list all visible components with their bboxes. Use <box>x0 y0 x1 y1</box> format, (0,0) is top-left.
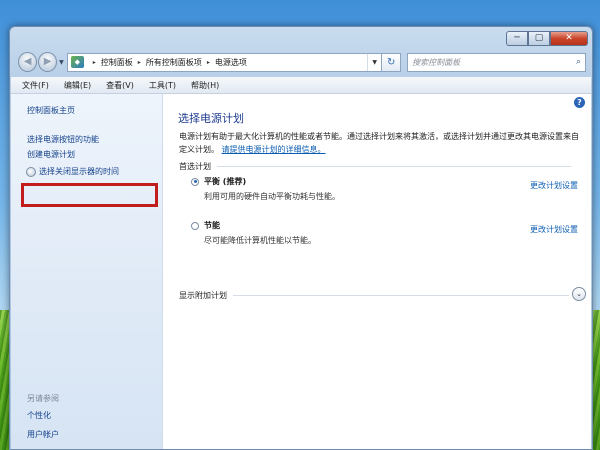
sidebar: 控制面板主页 选择电源按钮的功能 创建电源计划 选择关闭显示器的时间 另请参阅 … <box>11 94 163 449</box>
plan-name[interactable]: 节能 <box>204 220 220 231</box>
refresh-button[interactable]: ↻ <box>382 52 402 72</box>
navigation-bar: ◀ ▶ ▼ ◆ ▸ 控制面板 ▸ 所有控制面板项 ▸ 电源选项 ▼ ↻ 搜索控制… <box>18 50 587 74</box>
plan-balanced: 平衡 (推荐) 利用可用的硬件自动平衡功耗与性能。 <box>191 176 340 202</box>
section-divider <box>233 295 569 296</box>
menu-view[interactable]: 查看(V) <box>99 80 142 91</box>
plan-balanced-radio[interactable] <box>191 177 199 186</box>
change-plan-settings-link[interactable]: 更改计划设置 <box>530 224 578 235</box>
plan-power-saver: 节能 尽可能降低计算机性能以节能。 <box>191 220 316 246</box>
close-button[interactable]: ✕ <box>550 31 588 46</box>
chevron-right-icon[interactable]: ▸ <box>138 59 141 66</box>
section-label: 首选计划 <box>179 162 211 171</box>
sidebar-item-user-accounts[interactable]: 用户帐户 <box>27 429 59 440</box>
change-plan-settings-link[interactable]: 更改计划设置 <box>530 180 578 191</box>
menu-tools[interactable]: 工具(T) <box>142 80 184 91</box>
back-button[interactable]: ◀ <box>18 52 38 72</box>
see-also-heading: 另请参阅 <box>27 394 59 403</box>
sidebar-item-personalization[interactable]: 个性化 <box>27 410 51 421</box>
forward-button[interactable]: ▶ <box>38 52 58 72</box>
highlight-annotation <box>21 183 158 207</box>
control-panel-icon: ◆ <box>70 56 84 68</box>
plan-description: 利用可用的硬件自动平衡功耗与性能。 <box>204 192 340 201</box>
breadcrumb-power-options[interactable]: 电源选项 <box>215 57 247 68</box>
display-settings-icon <box>26 166 36 177</box>
minimize-button[interactable]: ─ <box>506 31 528 46</box>
plan-description: 尽可能降低计算机性能以节能。 <box>204 236 316 245</box>
breadcrumb-all-items[interactable]: 所有控制面板项 <box>146 57 202 68</box>
search-placeholder: 搜索控制面板 <box>412 57 461 67</box>
chevron-right-icon[interactable]: ▸ <box>207 59 210 66</box>
sidebar-item-display-off[interactable]: 选择关闭显示器的时间 <box>26 166 119 177</box>
page-title: 选择电源计划 <box>178 112 244 125</box>
caption-buttons: ─ ▢ ✕ <box>506 31 588 46</box>
expand-chevron-icon[interactable]: ⌄ <box>572 287 586 301</box>
menu-bar: 文件(F) 编辑(E) 查看(V) 工具(T) 帮助(H) <box>11 77 591 94</box>
menu-edit[interactable]: 编辑(E) <box>57 80 99 91</box>
recent-pages-dropdown-icon[interactable]: ▼ <box>59 59 64 66</box>
address-bar[interactable]: ◆ ▸ 控制面板 ▸ 所有控制面板项 ▸ 电源选项 ▼ <box>66 52 383 72</box>
plan-name[interactable]: 平衡 (推荐) <box>204 176 246 187</box>
sidebar-item-power-buttons[interactable]: 选择电源按钮的功能 <box>27 134 99 145</box>
breadcrumb-control-panel[interactable]: 控制面板 <box>101 57 133 68</box>
search-icon[interactable]: ⌕ <box>576 57 581 67</box>
search-input[interactable]: 搜索控制面板 ⌕ <box>407 52 587 72</box>
section-label: 显示附加计划 <box>179 291 227 300</box>
page-description: 电源计划有助于最大化计算机的性能或者节能。通过选择计划来将其激活，或选择计划并通… <box>179 130 579 156</box>
control-panel-window: ─ ▢ ✕ ◀ ▶ ▼ ◆ ▸ 控制面板 ▸ 所有控制面板项 ▸ 电源选项 ▼ … <box>9 26 593 450</box>
sidebar-item-create-plan[interactable]: 创建电源计划 <box>27 149 75 160</box>
chevron-right-icon[interactable]: ▸ <box>93 59 96 66</box>
window-body: 控制面板主页 选择电源按钮的功能 创建电源计划 选择关闭显示器的时间 另请参阅 … <box>11 94 591 449</box>
preferred-plans-heading: 首选计划 <box>179 161 571 172</box>
help-icon[interactable]: ? <box>574 97 585 108</box>
plan-power-saver-radio[interactable] <box>191 221 199 230</box>
sidebar-item-home[interactable]: 控制面板主页 <box>27 105 75 116</box>
menu-help[interactable]: 帮助(H) <box>184 80 227 91</box>
maximize-button[interactable]: ▢ <box>528 31 550 46</box>
sidebar-item-label: 选择关闭显示器的时间 <box>39 167 119 176</box>
menu-file[interactable]: 文件(F) <box>15 80 57 91</box>
main-content: ? 选择电源计划 电源计划有助于最大化计算机的性能或者节能。通过选择计划来将其激… <box>163 94 591 449</box>
plan-details-link[interactable]: 请提供电源计划的详细信息。 <box>222 145 326 154</box>
address-dropdown-icon[interactable]: ▼ <box>367 53 381 71</box>
additional-plans-heading[interactable]: 显示附加计划 <box>179 290 569 301</box>
section-divider <box>217 166 571 167</box>
